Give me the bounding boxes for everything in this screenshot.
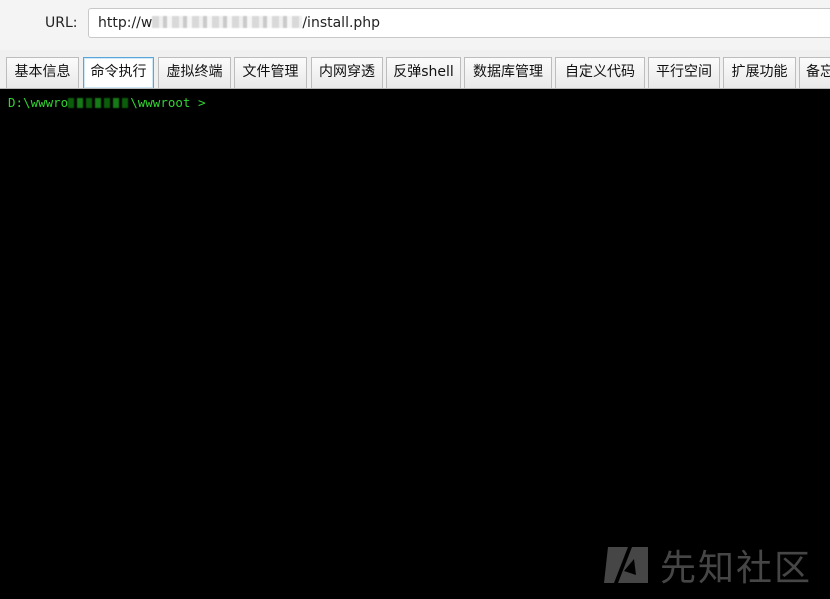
prompt-prefix: D:\wwwro — [8, 95, 69, 110]
url-value-prefix: http://w — [98, 15, 153, 31]
url-value-suffix: /install.php — [302, 15, 381, 31]
tab-virtual-terminal[interactable]: 虚拟终端 — [158, 57, 231, 88]
terminal-prompt: D:\wwwro \wwwroot > — [8, 95, 205, 110]
watermark-text: 先知社区 — [659, 548, 812, 589]
tab-extensions[interactable]: 扩展功能 — [723, 57, 796, 88]
xianzhi-logo-icon — [603, 547, 648, 583]
tab-custom-code[interactable]: 自定义代码 — [555, 57, 645, 88]
tab-memo[interactable]: 备忘 — [799, 57, 830, 88]
tab-basic-info[interactable]: 基本信息 — [6, 57, 79, 88]
tab-reverse-shell[interactable]: 反弹shell — [386, 57, 461, 88]
prompt-suffix: \wwwroot > — [130, 95, 206, 110]
url-bar: URL: http://w/install.php — [0, 0, 830, 50]
tab-command-exec[interactable]: 命令执行 — [83, 57, 154, 88]
redacted-host — [152, 16, 303, 28]
url-label: URL: — [45, 15, 78, 31]
watermark: 先知社区 — [602, 539, 812, 591]
tab-bar: 基本信息 命令执行 虚拟终端 文件管理 内网穿透 反弹shell 数据库管理 自… — [0, 53, 830, 89]
tab-file-manager[interactable]: 文件管理 — [234, 57, 307, 88]
tab-intranet-tunnel[interactable]: 内网穿透 — [311, 57, 383, 88]
tab-parallel-space[interactable]: 平行空间 — [648, 57, 720, 88]
command-terminal[interactable]: D:\wwwro \wwwroot > 先知社区 — [0, 89, 830, 599]
tab-database-manager[interactable]: 数据库管理 — [464, 57, 552, 88]
redacted-path — [68, 98, 131, 108]
app-window: URL: http://w/install.php 基本信息 命令执行 虚拟终端… — [0, 0, 830, 599]
url-input[interactable]: http://w/install.php — [88, 8, 830, 38]
